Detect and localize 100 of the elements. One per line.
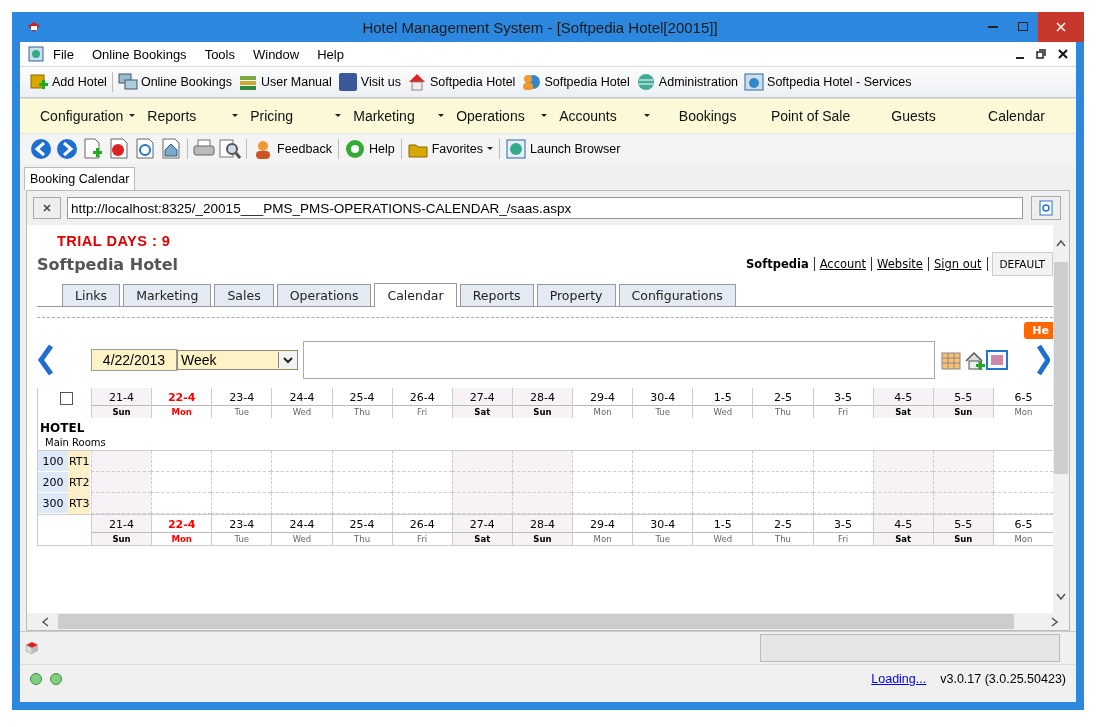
booking-cell[interactable] (211, 472, 272, 493)
toolbar-button[interactable]: Administration (632, 70, 742, 94)
date-field[interactable]: 4/22/2013 (91, 349, 177, 371)
menu-item[interactable]: Online Bookings (82, 44, 196, 64)
theme-button[interactable]: DEFAULT (991, 252, 1053, 276)
booking-cell[interactable] (932, 451, 993, 472)
booking-cell[interactable] (91, 451, 152, 472)
booking-cell[interactable] (211, 451, 272, 472)
nav-menu-item[interactable]: Guests (862, 108, 966, 124)
menu-item[interactable]: File (44, 44, 83, 64)
address-field[interactable]: http://localhost:8325/_20015___PMS_PMS-OPERATIONS-CALENDAR_/saas.aspx (67, 197, 1023, 219)
menu-item[interactable]: Help (308, 44, 353, 64)
booking-cell[interactable] (331, 493, 392, 514)
booking-cell[interactable] (692, 472, 753, 493)
toolbar-button[interactable]: Favorites (404, 137, 497, 161)
nav-menu-item[interactable]: Point of Sale (759, 108, 863, 124)
booking-cell[interactable] (391, 451, 452, 472)
booking-cell[interactable] (511, 472, 572, 493)
palette-icon[interactable] (986, 350, 1008, 370)
booking-cell[interactable] (151, 451, 212, 472)
toolbar-button[interactable]: Add Hotel (26, 70, 110, 94)
page-tab[interactable]: Configurations (618, 284, 736, 306)
scroll-left-icon[interactable] (41, 616, 50, 627)
booking-cell[interactable] (812, 451, 873, 472)
page-tab[interactable]: Property (536, 284, 616, 306)
magnifier-icon[interactable] (219, 138, 241, 160)
view-dropdown[interactable]: Week (177, 350, 298, 370)
booking-cell[interactable] (331, 472, 392, 493)
nav-menu-item[interactable]: Bookings (656, 108, 760, 124)
stop-icon[interactable] (108, 138, 130, 160)
next-icon[interactable] (1036, 344, 1050, 376)
toolbar-button[interactable]: Softpedia Hotel (518, 70, 633, 94)
booking-cell[interactable] (572, 472, 633, 493)
toolbar-button[interactable]: User Manual (234, 70, 335, 94)
booking-cell[interactable] (91, 472, 152, 493)
booking-cell[interactable] (812, 493, 873, 514)
booking-cell[interactable] (151, 493, 212, 514)
nav-menu-item[interactable]: Pricing (244, 108, 348, 124)
booking-cell[interactable] (572, 493, 633, 514)
page-tab[interactable]: Operations (276, 284, 372, 306)
nav-menu-item[interactable]: Operations (450, 108, 554, 124)
previous-icon[interactable] (37, 344, 55, 376)
header-link[interactable]: Website (872, 257, 929, 271)
booking-cell[interactable] (451, 493, 512, 514)
booking-cell[interactable] (391, 472, 452, 493)
scroll-right-icon[interactable] (1050, 616, 1059, 627)
booking-cell[interactable] (211, 493, 272, 514)
booking-cell[interactable] (632, 493, 693, 514)
booking-cell[interactable] (752, 472, 813, 493)
booking-cell[interactable] (451, 472, 512, 493)
booking-cell[interactable] (271, 472, 332, 493)
booking-cell[interactable] (632, 451, 693, 472)
scroll-down-icon[interactable] (1056, 592, 1066, 601)
booking-cell[interactable] (692, 493, 753, 514)
nav-menu-item[interactable]: Marketing (347, 108, 451, 124)
nav-menu-item[interactable]: Configuration (34, 108, 142, 124)
booking-cell[interactable] (872, 493, 933, 514)
booking-cell[interactable] (632, 472, 693, 493)
scrollbar-thumb[interactable] (58, 614, 1014, 629)
nav-menu-item[interactable]: Accounts (553, 108, 657, 124)
toolbar-button[interactable]: Visit us (334, 70, 404, 94)
refresh-icon[interactable] (134, 138, 156, 160)
booking-cell[interactable] (932, 493, 993, 514)
page-tab[interactable]: Calendar (374, 283, 457, 307)
scrollbar-thumb[interactable] (1054, 262, 1068, 474)
toolbar-button[interactable]: Softpedia Hotel (403, 70, 519, 94)
header-link[interactable]: Account (814, 257, 873, 271)
booking-cell[interactable] (872, 451, 933, 472)
toolbar-button[interactable]: Help (341, 137, 398, 161)
toolbar-button[interactable]: Softpedia Hotel - Services (741, 70, 915, 94)
booking-cell[interactable] (752, 451, 813, 472)
booking-cell[interactable] (271, 493, 332, 514)
booking-cell[interactable] (91, 493, 152, 514)
back-icon[interactable] (30, 138, 52, 160)
menu-item[interactable]: Tools (195, 44, 244, 64)
nav-menu-item[interactable]: Calendar (965, 108, 1068, 124)
select-all-checkbox[interactable] (60, 392, 73, 405)
booking-cell[interactable] (572, 451, 633, 472)
document-tab[interactable]: Booking Calendar (24, 167, 136, 190)
booking-cell[interactable] (692, 451, 753, 472)
page-tab[interactable]: Sales (214, 284, 274, 306)
nav-menu-item[interactable]: Reports (141, 108, 245, 124)
forward-icon[interactable] (56, 138, 78, 160)
booking-cell[interactable] (812, 472, 873, 493)
booking-cell[interactable] (511, 451, 572, 472)
booking-cell[interactable] (752, 493, 813, 514)
booking-cell[interactable] (511, 493, 572, 514)
go-button[interactable] (1031, 196, 1061, 220)
toolbar-button[interactable]: Launch Browser (503, 137, 624, 161)
house-plus-icon[interactable] (964, 349, 986, 371)
booking-cell[interactable] (451, 451, 512, 472)
page-tab[interactable]: Reports (459, 284, 534, 306)
booking-cell[interactable] (391, 493, 452, 514)
loading-link[interactable]: Loading... (871, 672, 927, 686)
booking-cell[interactable] (331, 451, 392, 472)
booking-cell[interactable] (932, 472, 993, 493)
home-icon[interactable] (160, 138, 182, 160)
toolbar-button[interactable]: Online Bookings (114, 70, 235, 94)
stop-button[interactable] (33, 197, 61, 219)
booking-cell[interactable] (271, 451, 332, 472)
